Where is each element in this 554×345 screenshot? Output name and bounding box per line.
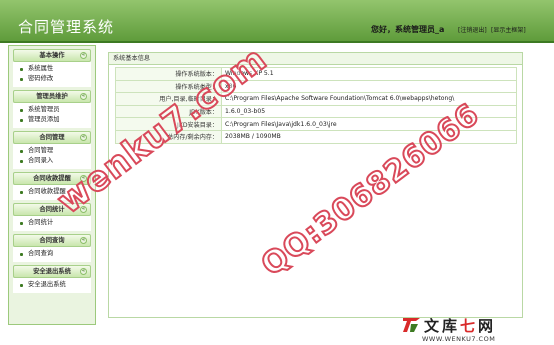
wenku-logo: 文库七网 WWW.WENKU7.COM: [402, 314, 550, 344]
sidebar-section-payment-reminder[interactable]: 合同收款提醒 «: [13, 172, 91, 185]
sidebar-item-contract-entry[interactable]: 合同录入: [13, 156, 91, 166]
logo-text-suffix: 网: [478, 317, 497, 335]
logo-text: 文库七网: [424, 315, 496, 336]
sidebar-item-system-properties[interactable]: 系统属性: [13, 64, 91, 74]
table-row: 操作系统类型： x86: [115, 79, 517, 94]
row-label: 总内存/剩余内存：: [115, 129, 222, 144]
row-label: 操作系统类型：: [115, 79, 222, 94]
collapse-icon[interactable]: «: [80, 237, 87, 244]
sidebar-group: 系统属性 密码修改: [13, 62, 91, 87]
sidebar-section-basic[interactable]: 基本操作 «: [13, 49, 91, 62]
sidebar-group: 系统管理员 管理员添加: [13, 103, 91, 128]
sidebar-section-contract[interactable]: 合同管理 «: [13, 131, 91, 144]
show-main-frame-link[interactable]: [显示主框架]: [491, 25, 526, 34]
sidebar-group: 安全退出系统: [13, 278, 91, 293]
table-row: JDK版本： 1.6.0_03-b05: [115, 104, 517, 119]
sidebar-item-exit[interactable]: 安全退出系统: [13, 280, 91, 290]
table-row: 用户,目录,临时目录： C:\Program Files\Apache Soft…: [115, 92, 517, 106]
sidebar-group: 合同统计: [13, 216, 91, 231]
sidebar-section-title: 管理员维护: [36, 93, 68, 100]
row-value: x86: [221, 79, 517, 94]
sidebar-section-statistics[interactable]: 合同统计 «: [13, 203, 91, 216]
table-row: 操作系统版本： Windows XP 5.1: [115, 67, 517, 81]
sidebar-section-title: 合同查询: [39, 237, 65, 244]
logo-url: WWW.WENKU7.COM: [422, 335, 496, 343]
sidebar-item-system-admin[interactable]: 系统管理员: [13, 105, 91, 115]
sidebar-section-exit[interactable]: 安全退出系统 «: [13, 265, 91, 278]
row-label: 用户,目录,临时目录：: [115, 92, 222, 106]
collapse-icon[interactable]: «: [80, 134, 87, 141]
sidebar-section-query[interactable]: 合同查询 «: [13, 234, 91, 247]
row-value: 2038MB / 1090MB: [221, 129, 517, 144]
sidebar-group: 合同查询: [13, 247, 91, 262]
row-value: C:\Program Files\Apache Software Foundat…: [221, 92, 517, 106]
row-label: 操作系统版本：: [115, 67, 222, 81]
row-label: JKD安装目录：: [115, 117, 222, 131]
collapse-icon[interactable]: «: [80, 93, 87, 100]
sidebar-section-title: 安全退出系统: [33, 268, 71, 275]
sidebar-section-title: 合同管理: [39, 134, 65, 141]
collapse-icon[interactable]: «: [80, 268, 87, 275]
sidebar-item-query[interactable]: 合同查询: [13, 249, 91, 259]
user-greeting: 您好，系统管理员_a: [371, 25, 445, 34]
row-value: Windows XP 5.1: [221, 67, 517, 81]
sidebar-group: 合同收款提醒: [13, 185, 91, 200]
sidebar-section-title: 合同统计: [39, 206, 65, 213]
sidebar-item-payment-reminder[interactable]: 合同收款提醒: [13, 187, 91, 197]
row-value: 1.6.0_03-b05: [221, 104, 517, 119]
row-label: JDK版本：: [115, 104, 222, 119]
system-info-table: 操作系统版本： Windows XP 5.1 操作系统类型： x86 用户,目录…: [115, 67, 517, 144]
system-info-panel: 系统基本信息 操作系统版本： Windows XP 5.1 操作系统类型： x8…: [108, 52, 523, 318]
row-value: C:\Program Files\Java\jdk1.6.0_03\jre: [221, 117, 517, 131]
logout-link[interactable]: [注销退出]: [458, 25, 487, 34]
table-row: 总内存/剩余内存： 2038MB / 1090MB: [115, 129, 517, 144]
sidebar-item-add-admin[interactable]: 管理员添加: [13, 115, 91, 125]
panel-title: 系统基本信息: [109, 53, 522, 65]
app-title: 合同管理系统: [18, 18, 115, 36]
sidebar: 基本操作 « 系统属性 密码修改 管理员维护 « 系统管理员 管理员添加 合同管…: [8, 45, 96, 325]
sidebar-section-admin[interactable]: 管理员维护 «: [13, 90, 91, 103]
sidebar-item-contract-manage[interactable]: 合同管理: [13, 146, 91, 156]
app-header: 合同管理系统 您好，系统管理员_a [注销退出] [显示主框架]: [0, 0, 554, 43]
sidebar-section-title: 合同收款提醒: [33, 175, 71, 182]
collapse-icon[interactable]: «: [80, 206, 87, 213]
collapse-icon[interactable]: «: [80, 175, 87, 182]
sidebar-group: 合同管理 合同录入: [13, 144, 91, 169]
logo-mark-icon: [403, 318, 420, 332]
sidebar-item-change-password[interactable]: 密码修改: [13, 74, 91, 84]
sidebar-section-title: 基本操作: [39, 52, 65, 59]
collapse-icon[interactable]: «: [80, 52, 87, 59]
logo-text-prefix: 文库: [424, 317, 461, 335]
logo-text-accent: 七: [460, 317, 479, 335]
table-row: JKD安装目录： C:\Program Files\Java\jdk1.6.0_…: [115, 117, 517, 131]
sidebar-item-statistics[interactable]: 合同统计: [13, 218, 91, 228]
